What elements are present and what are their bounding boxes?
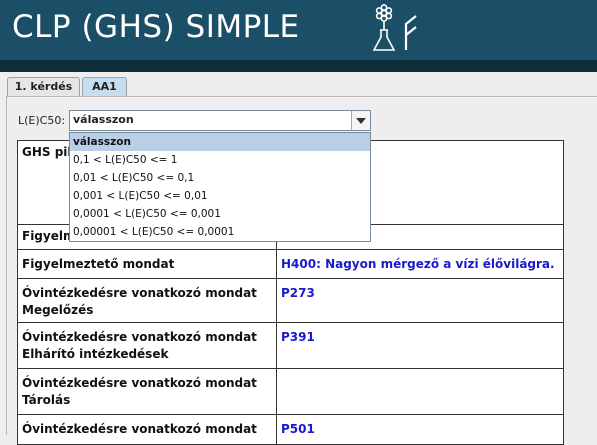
row-label: Óvintézkedésre vonatkozó mondat Elhárító… bbox=[17, 322, 277, 369]
lec50-select[interactable]: válasszon bbox=[69, 110, 371, 131]
lec50-dropdown-list: válasszon 0,1 < L(E)C50 <= 1 0,01 < L(E)… bbox=[69, 132, 371, 242]
dropdown-option[interactable]: 0,01 < L(E)C50 <= 0,1 bbox=[70, 169, 370, 187]
row-label-title: Óvintézkedésre vonatkozó mondat bbox=[22, 376, 257, 390]
row-value bbox=[276, 368, 564, 415]
dropdown-button[interactable] bbox=[351, 111, 370, 130]
tab-bar: 1. kérdés AA1 bbox=[0, 72, 597, 98]
lec50-label: L(E)C50: bbox=[18, 114, 66, 127]
row-label-sub: Elhárító intézkedések bbox=[22, 347, 169, 361]
chevron-down-icon bbox=[356, 118, 366, 124]
flask-flower-logo bbox=[372, 4, 417, 51]
row-label-sub: Tárolás bbox=[22, 393, 71, 407]
table-row: Óvintézkedésre vonatkozó mondat Megelőzé… bbox=[17, 278, 564, 323]
app-title: CLP (GHS) SIMPLE bbox=[12, 9, 300, 45]
dropdown-option[interactable]: válasszon bbox=[70, 133, 370, 151]
table-row: Óvintézkedésre vonatkozó mondat Tárolás bbox=[17, 368, 564, 415]
row-label: Óvintézkedésre vonatkozó mondat bbox=[17, 414, 277, 445]
row-label: Figyelmeztető mondat bbox=[17, 249, 277, 279]
row-value: P273 bbox=[276, 278, 564, 323]
row-label: Óvintézkedésre vonatkozó mondat Megelőzé… bbox=[17, 278, 277, 323]
dropdown-option[interactable]: 0,001 < L(E)C50 <= 0,01 bbox=[70, 187, 370, 205]
tab-aa1[interactable]: AA1 bbox=[82, 77, 127, 96]
table-row: Óvintézkedésre vonatkozó mondat Elhárító… bbox=[17, 322, 564, 369]
row-label-title: Óvintézkedésre vonatkozó mondat bbox=[22, 330, 257, 344]
tab-kerdes-1[interactable]: 1. kérdés bbox=[7, 77, 80, 96]
app-header: CLP (GHS) SIMPLE bbox=[0, 0, 597, 60]
dropdown-option[interactable]: 0,1 < L(E)C50 <= 1 bbox=[70, 151, 370, 169]
row-value: H400: Nagyon mérgező a vízi élővilágra. bbox=[276, 249, 564, 279]
row-value: P501 bbox=[276, 414, 564, 445]
row-label-sub: Megelőzés bbox=[22, 303, 94, 317]
row-value: P391 bbox=[276, 322, 564, 369]
table-row: Figyelmeztető mondat H400: Nagyon mérgez… bbox=[17, 249, 564, 279]
row-label-title: Óvintézkedésre vonatkozó mondat bbox=[22, 286, 257, 300]
lec50-selected-value: válasszon bbox=[73, 113, 134, 126]
table-row: Óvintézkedésre vonatkozó mondat P501 bbox=[17, 414, 564, 445]
header-strip bbox=[0, 60, 597, 72]
dropdown-option[interactable]: 0,0001 < L(E)C50 <= 0,001 bbox=[70, 205, 370, 223]
row-label: Óvintézkedésre vonatkozó mondat Tárolás bbox=[17, 368, 277, 415]
dropdown-option[interactable]: 0,00001 < L(E)C50 <= 0,0001 bbox=[70, 223, 370, 241]
